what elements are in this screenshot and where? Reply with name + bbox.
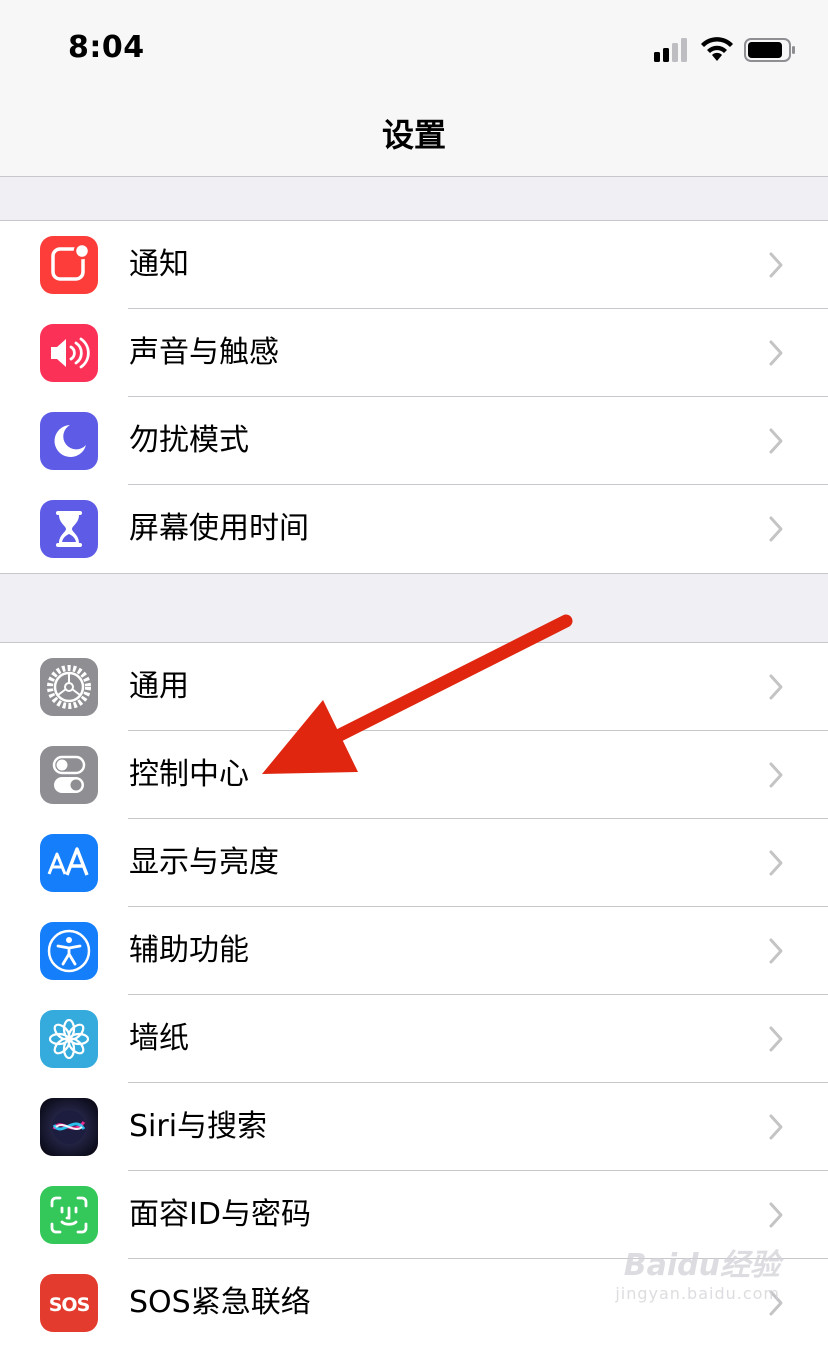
siri-icon [40,1098,98,1156]
chevron-right-icon [769,516,783,542]
watermark: Baidu经验 jingyan.baidu.com [615,1240,780,1303]
settings-row-label: SOS紧急联络 [129,1285,311,1320]
settings-row-wallpaper[interactable]: 墙纸 [0,995,828,1083]
hourglass-icon [40,500,98,558]
settings-row-siri-search[interactable]: Siri与搜索 [0,1083,828,1171]
settings-row-label: 通用 [129,669,189,704]
settings-row-screen-time[interactable]: 屏幕使用时间 [0,485,828,573]
settings-row-label: Siri与搜索 [129,1109,268,1144]
chevron-right-icon [769,674,783,700]
chevron-right-icon [769,850,783,876]
face-id-icon [40,1186,98,1244]
settings-row-label: 辅助功能 [129,933,249,968]
settings-group-1: 通知 声音与触感 勿扰模式 屏幕使用时间 [0,220,828,574]
settings-row-label: 控制中心 [129,757,249,792]
chevron-right-icon [769,252,783,278]
settings-row-general[interactable]: 通用 [0,643,828,731]
svg-text:SOS: SOS [49,1294,90,1316]
chevron-right-icon [769,340,783,366]
settings-row-display-brightness[interactable]: 显示与亮度 [0,819,828,907]
settings-row-label: 声音与触感 [129,335,279,370]
page-title: 设置 [381,116,446,154]
chevron-right-icon [769,1026,783,1052]
accessibility-icon [40,922,98,980]
settings-row-label: 屏幕使用时间 [129,511,309,546]
navigation-header: 8:04 设置 [0,0,828,177]
settings-row-label: 通知 [129,247,189,282]
status-time: 8:04 [68,30,145,65]
battery-icon [744,38,795,62]
text-size-icon [40,834,98,892]
settings-row-accessibility[interactable]: 辅助功能 [0,907,828,995]
chevron-right-icon [769,428,783,454]
gear-icon [40,658,98,716]
settings-row-label: 面容ID与密码 [129,1197,311,1232]
chevron-right-icon [769,762,783,788]
settings-row-sounds[interactable]: 声音与触感 [0,309,828,397]
notifications-icon [40,236,98,294]
settings-row-notifications[interactable]: 通知 [0,221,828,309]
settings-row-do-not-disturb[interactable]: 勿扰模式 [0,397,828,485]
watermark-subtext: jingyan.baidu.com [615,1284,780,1303]
settings-row-label: 显示与亮度 [129,845,279,880]
wifi-icon [701,37,733,61]
flower-icon [40,1010,98,1068]
moon-icon [40,412,98,470]
chevron-right-icon [769,1114,783,1140]
cellular-signal-icon [654,38,687,62]
settings-row-label: 墙纸 [129,1021,189,1056]
sound-icon [40,324,98,382]
toggle-switches-icon [40,746,98,804]
sos-icon: SOS [40,1274,98,1332]
settings-row-label: 勿扰模式 [129,423,249,458]
settings-row-control-center[interactable]: 控制中心 [0,731,828,819]
watermark-text: Baidu经验 [623,1248,780,1283]
chevron-right-icon [769,938,783,964]
chevron-right-icon [769,1202,783,1228]
